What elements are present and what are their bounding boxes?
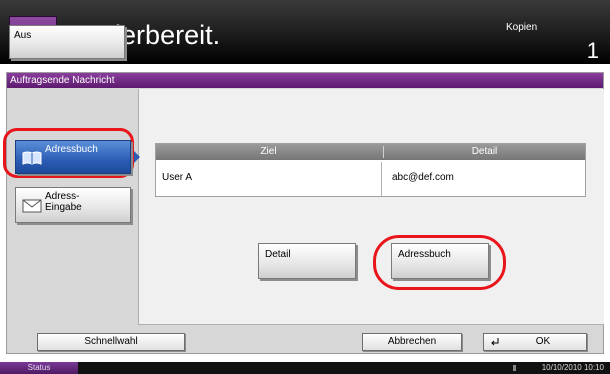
ok-button[interactable]: OK [483,333,587,351]
status-datetime: 10/10/2010 10:10 [541,363,604,372]
ok-label: OK [535,336,551,347]
off-button-label: Aus [14,30,32,41]
quick-setup-button[interactable]: Schnellwahl [37,333,185,351]
detail-button-label: Detail [265,249,291,260]
copies-label: Kopien [506,22,538,33]
off-button[interactable]: Aus [9,25,125,59]
address-entry-line1: Adress- [45,191,80,202]
address-book-side-button[interactable]: Adressbuch [15,140,131,174]
table-row[interactable]: User A abc@def.com [156,162,585,196]
address-book-icon [22,151,42,165]
address-book-button[interactable]: Adressbuch [391,243,489,279]
cancel-label: Abbrechen [387,336,437,347]
content-area [138,89,604,325]
column-header-destination: Ziel [260,146,277,157]
row-separator [381,162,382,196]
status-indicator [513,365,516,371]
panel-title: Auftragsende Nachricht [7,73,603,88]
row-detail: abc@def.com [392,172,454,183]
detail-button[interactable]: Detail [258,243,356,279]
quick-setup-label: Schnellwahl [84,336,138,347]
table-header: Ziel Detail [156,144,585,160]
address-entry-line2: Eingabe [45,202,82,213]
status-bar: Status 10/10/2010 10:10 [0,362,610,374]
copier-screen: Kopierbereit. Kopien 1 Auftragsende Nach… [0,0,610,374]
address-entry-label: Adress- Eingabe [45,191,82,213]
row-destination: User A [162,172,193,183]
status-button[interactable]: Status [0,362,78,374]
envelope-icon [22,199,42,213]
address-book-side-label: Adressbuch [45,144,98,155]
selection-arrow [134,151,140,163]
cancel-button[interactable]: Abbrechen [362,333,462,351]
address-entry-button[interactable]: Adress- Eingabe [15,187,131,223]
address-book-button-label: Adressbuch [398,249,451,260]
destination-table: Ziel Detail User A abc@def.com [155,143,586,197]
copies-count: 1 [586,38,599,63]
column-header-detail: Detail [471,146,498,157]
